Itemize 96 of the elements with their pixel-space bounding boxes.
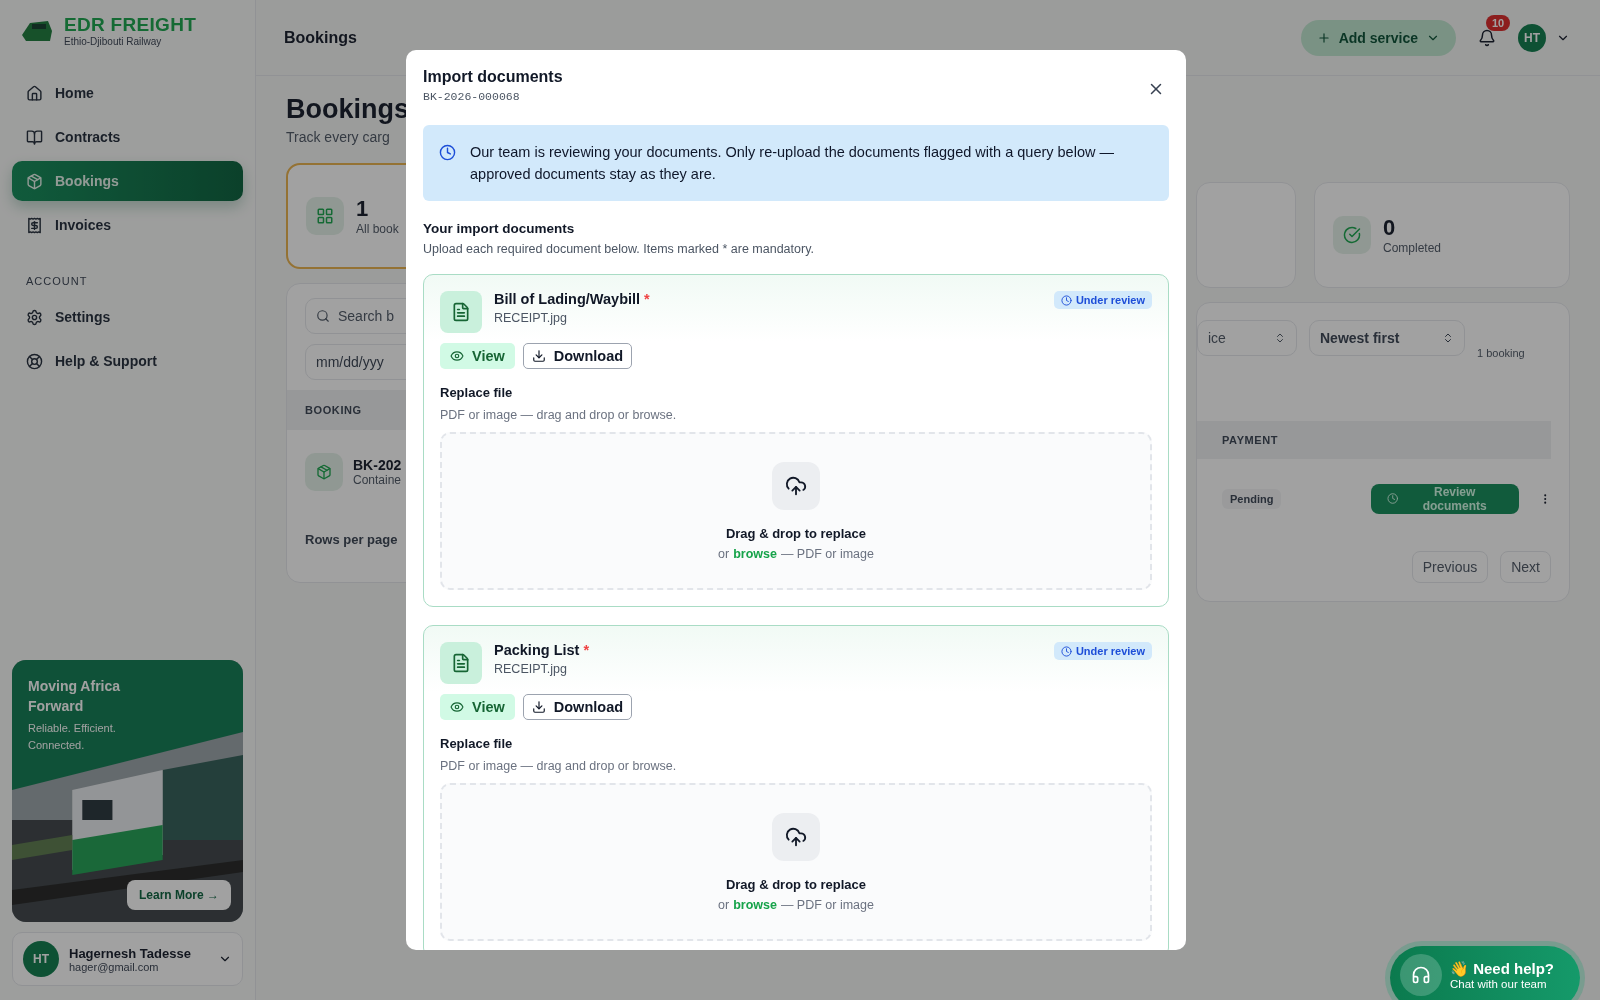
user-email: hager@gmail.com <box>69 960 160 973</box>
sidebar-item[interactable]: Invoices <box>12 205 243 245</box>
brand-tagline: Ethio-Djibouti Railway <box>64 36 163 47</box>
circle-check-icon <box>1343 226 1361 244</box>
drop-zone[interactable]: Drag & drop to replace or browse — PDF or image <box>440 783 1152 941</box>
stat-value: 1 <box>356 196 370 222</box>
drop-hint: or <box>718 897 730 912</box>
column-header: PAYMENT <box>1197 421 1551 459</box>
document-name: Bill of Lading/Waybill * <box>494 291 650 307</box>
clock-icon <box>1060 294 1072 306</box>
brand-name: EDR FREIGHT <box>64 14 197 36</box>
notification-badge: 10 <box>1486 14 1511 31</box>
user-avatar[interactable]: HT <box>1518 23 1546 52</box>
status-badge: Under review <box>1053 291 1152 309</box>
chevrons-up-down-icon <box>1274 332 1286 344</box>
download-button[interactable]: Download <box>522 343 633 369</box>
drop-title: Drag & drop to replace <box>725 525 867 541</box>
cloud-upload-icon <box>785 474 807 497</box>
info-text: Our team is reviewing your documents. Only re-upload the documents flagged with a query below — approved documents stay as they are. <box>470 143 1115 184</box>
promo-subtitle: Reliable. Efficient. Connected. <box>28 721 117 753</box>
browse-link[interactable]: browse <box>733 897 777 912</box>
pagination-button[interactable]: Previous <box>1411 551 1489 583</box>
view-button[interactable]: View <box>440 343 515 369</box>
view-button[interactable]: View <box>440 694 515 720</box>
rows-per-page-label: Rows per page <box>305 532 399 547</box>
user-card[interactable]: HT Hagernesh Tadesse hager@gmail.com <box>12 932 243 986</box>
user-avatar: HT <box>23 941 59 977</box>
booking-type: Containe <box>353 473 402 487</box>
replace-title: Replace file <box>440 736 514 751</box>
section-hint: Upload each required document below. Items marked * are mandatory. <box>423 242 815 256</box>
stat-label: Completed <box>1383 241 1442 255</box>
drop-zone[interactable]: Drag & drop to replace or browse — PDF or image <box>440 432 1152 590</box>
eye-icon <box>450 700 464 714</box>
download-icon <box>531 349 546 363</box>
clock-icon <box>439 144 456 161</box>
cloud-upload-icon <box>785 825 807 848</box>
stat-label: All book <box>356 222 399 236</box>
clock-icon <box>1387 492 1399 506</box>
add-service-button[interactable]: Add service <box>1300 19 1456 56</box>
booking-id: BK-202 <box>353 457 402 473</box>
payment-status-badge: Pending <box>1222 488 1282 509</box>
sort-select[interactable]: Newest first <box>1309 320 1465 356</box>
learn-more-button[interactable]: Learn More → <box>127 880 231 910</box>
layout-grid-icon <box>316 207 334 225</box>
page-subtitle: Track every carg <box>286 129 391 145</box>
sidebar-item[interactable]: Home <box>12 73 243 113</box>
search-icon <box>316 309 330 323</box>
help-title: 👋 Need help? <box>1450 960 1554 978</box>
sidebar-item[interactable]: Contracts <box>12 117 243 157</box>
sidebar-item[interactable]: Settings <box>12 297 243 337</box>
help-subtitle: Chat with our team <box>1450 978 1548 990</box>
status-badge: Under review <box>1053 642 1152 660</box>
replace-hint: PDF or image — drag and drop or browse. <box>440 408 678 422</box>
user-name: Hagernesh Tadesse <box>69 945 192 961</box>
drop-hint: — PDF or image <box>780 897 874 912</box>
drop-hint: — PDF or image <box>780 546 874 561</box>
receipt-icon <box>26 216 43 234</box>
download-icon <box>531 700 546 714</box>
lifebuoy-icon <box>26 352 43 370</box>
bell-icon[interactable] <box>1478 28 1496 47</box>
drop-title: Drag & drop to replace <box>725 876 867 892</box>
home-icon <box>26 84 43 102</box>
eye-icon <box>450 349 464 363</box>
browse-link[interactable]: browse <box>733 546 777 561</box>
clock-icon <box>1060 645 1072 657</box>
review-documents-button[interactable]: Review documents <box>1371 483 1519 514</box>
section-label: ACCOUNT <box>25 274 89 289</box>
sidebar-item[interactable]: Bookings <box>12 161 243 201</box>
chevrons-up-down-icon <box>1442 332 1454 344</box>
booking-reference: BK-2026-000068 <box>423 90 521 103</box>
help-chat-button[interactable]: 👋 Need help? Chat with our team <box>1390 946 1580 1000</box>
book-icon <box>26 128 43 146</box>
document-icon <box>451 653 471 673</box>
sidebar-item[interactable]: Help & Support <box>12 341 243 381</box>
download-button[interactable]: Download <box>522 694 633 720</box>
settings-icon <box>26 308 43 326</box>
page-header-title: Bookings <box>284 28 358 47</box>
document-name: Packing List * <box>494 642 590 658</box>
headphones-icon <box>1411 965 1431 985</box>
section-title: Your import documents <box>423 221 576 236</box>
file-name: RECEIPT.jpg <box>494 311 568 325</box>
package-icon <box>26 172 43 190</box>
replace-hint: PDF or image — drag and drop or browse. <box>440 759 678 773</box>
stat-value: 0 <box>1383 215 1397 241</box>
filter-select[interactable]: ice <box>1197 320 1297 356</box>
document-icon <box>451 302 471 322</box>
result-count: 1 booking <box>1477 347 1525 359</box>
drop-hint: or <box>718 546 730 561</box>
box-icon <box>316 464 332 480</box>
replace-title: Replace file <box>440 385 514 400</box>
file-name: RECEIPT.jpg <box>494 662 568 676</box>
pagination-button[interactable]: Next <box>1500 551 1551 583</box>
promo-title: Moving Africa Forward <box>28 677 122 716</box>
page-title: Bookings <box>286 94 410 125</box>
plus-icon <box>1316 30 1331 45</box>
dialog-title: Import documents <box>423 68 563 86</box>
